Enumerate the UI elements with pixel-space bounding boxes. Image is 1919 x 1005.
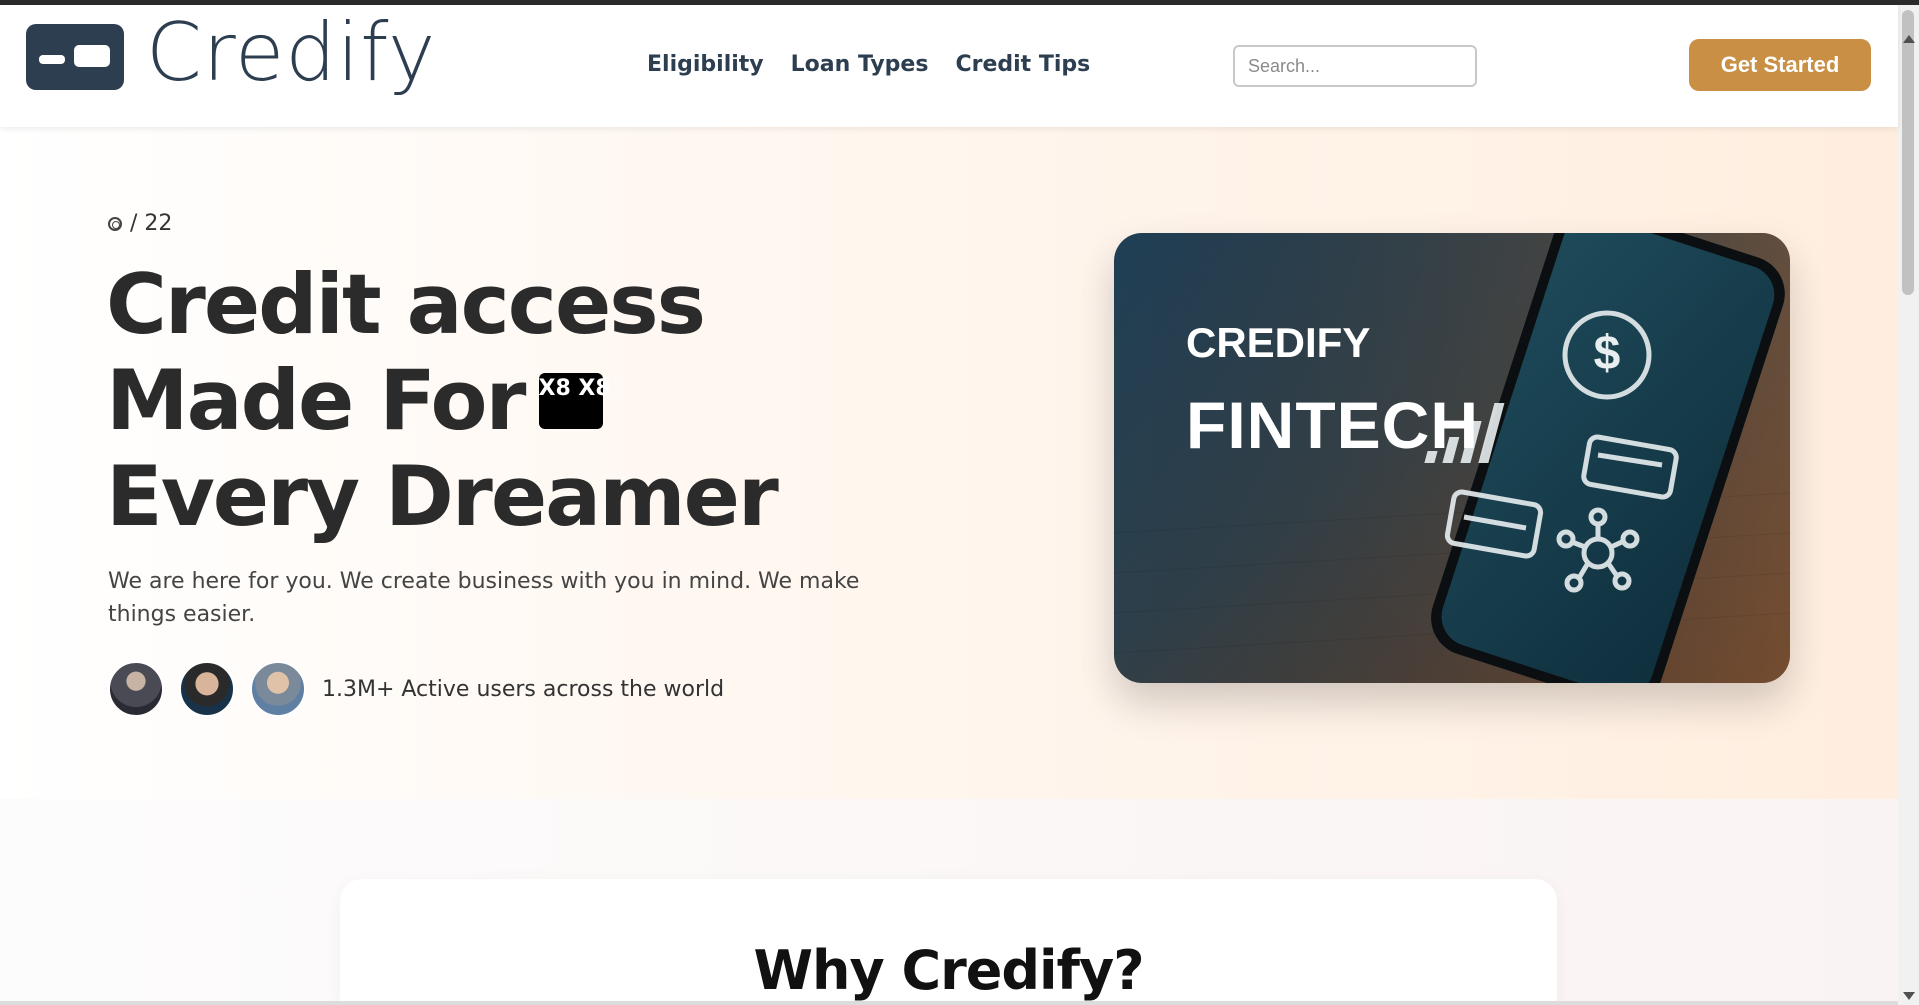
why-section: Why Credify?	[0, 799, 1898, 1005]
slide-counter-text: / 22	[130, 211, 173, 236]
svg-text:$: $	[1594, 327, 1621, 380]
scrollbar-thumb[interactable]	[1902, 10, 1914, 295]
logo[interactable]: Credify	[26, 13, 436, 93]
nav-loan-types[interactable]: Loan Types	[791, 52, 929, 77]
active-users-text: 1.3M+ Active users across the world	[322, 676, 725, 702]
site-header: Credify Eligibility Loan Types Credit Ti…	[0, 5, 1898, 127]
why-title: Why Credify?	[753, 939, 1144, 1002]
avatar	[108, 661, 164, 717]
card-brand-text: CREDIFY	[1186, 319, 1371, 366]
target-icon	[108, 216, 122, 231]
logo-text: Credify	[146, 6, 437, 99]
vertical-scrollbar[interactable]	[1898, 5, 1919, 1005]
hero-subtext: We are here for you. We create business …	[108, 569, 860, 627]
slide-counter: / 22	[108, 211, 172, 236]
browser-bottom-line	[0, 1001, 1898, 1005]
search-input[interactable]	[1233, 45, 1477, 87]
get-started-button[interactable]: Get Started	[1689, 39, 1871, 91]
hero-image-card: $ CREDIFY FINTECH	[1114, 233, 1790, 683]
headline-line-3: Every Dreamer	[106, 448, 779, 545]
avatar	[179, 661, 235, 717]
dna-badge-icon: X8 X8	[538, 373, 611, 430]
card-title-text: FINTECH	[1186, 388, 1479, 462]
active-users: 1.3M+ Active users across the world	[108, 661, 724, 717]
dna-badge-glyph: X8 X8	[538, 376, 611, 402]
headline-line-2: Made For	[106, 352, 526, 449]
why-card: Why Credify?	[340, 879, 1557, 1005]
headline-line-2-wrap: Made For X8 X8	[106, 353, 777, 449]
nav-eligibility[interactable]: Eligibility	[647, 52, 764, 77]
main-nav: Eligibility Loan Types Credit Tips	[647, 52, 1090, 77]
id-card-icon	[26, 24, 124, 90]
scroll-up-arrow-icon[interactable]	[1903, 35, 1915, 43]
nav-credit-tips[interactable]: Credit Tips	[955, 52, 1090, 77]
headline-line-1: Credit access	[106, 256, 706, 353]
hero-section: / 22 Credit access Made For X8 X8 Every D…	[0, 127, 1898, 799]
scroll-down-arrow-icon[interactable]	[1903, 992, 1915, 1000]
hero-headline: Credit access Made For X8 X8 Every Dreame…	[106, 256, 779, 545]
avatar	[250, 661, 306, 717]
